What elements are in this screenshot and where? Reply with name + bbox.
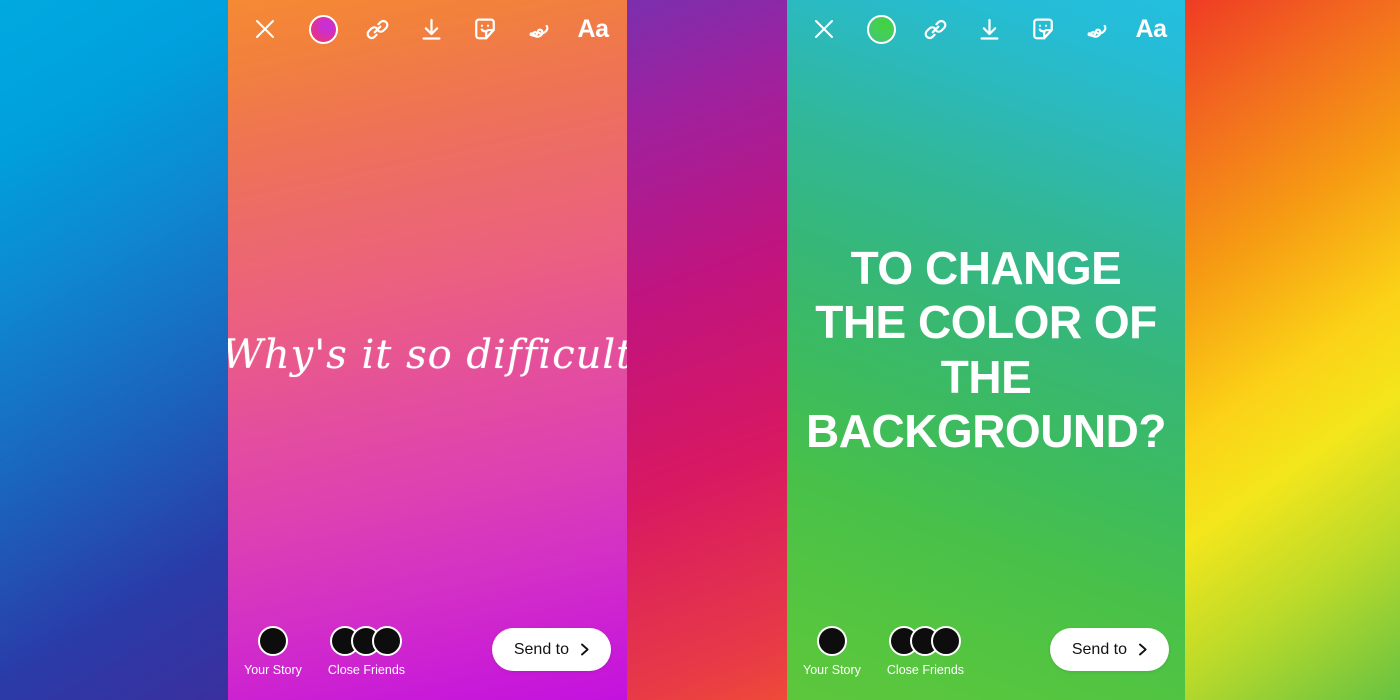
background-color-button[interactable] — [865, 13, 897, 45]
avatar-stack — [889, 626, 962, 656]
draw-button[interactable] — [523, 13, 555, 45]
download-icon — [422, 18, 440, 40]
story-tool-group-2: Aa — [865, 13, 1167, 45]
sticker-button[interactable] — [1027, 13, 1059, 45]
text-icon: Aa — [1135, 14, 1167, 43]
audience-group-2: Your Story Close Friends — [803, 626, 964, 677]
backdrop-band-right — [1185, 0, 1400, 700]
send-to-label: Send to — [513, 640, 569, 658]
chevron-right-icon — [577, 642, 592, 657]
send-to-button[interactable]: Send to — [1049, 628, 1169, 671]
avatar-stack — [330, 626, 403, 656]
link-button[interactable] — [919, 13, 951, 45]
background-color-button[interactable] — [307, 13, 339, 45]
draw-icon — [529, 24, 548, 38]
your-story-label: Your Story — [244, 663, 302, 677]
avatar — [372, 626, 403, 656]
story-editor-panel-2: Aa TO CHANGE THE COLOR OF THE BACKGROUND… — [787, 0, 1185, 700]
send-to-button[interactable]: Send to — [491, 628, 611, 671]
draw-icon — [1087, 24, 1106, 38]
story-toolbar-1: Aa — [228, 0, 627, 58]
avatar — [931, 626, 962, 656]
backdrop-band-left — [0, 0, 228, 700]
send-to-label: Send to — [1071, 640, 1127, 658]
text-button[interactable]: Aa — [1135, 13, 1167, 45]
draw-button[interactable] — [1081, 13, 1113, 45]
link-icon — [924, 19, 946, 39]
screenshot-root: Aa Why's it so difficult Your Story Clos… — [0, 0, 1400, 700]
story-bottom-bar-1: Your Story Close Friends Send to — [228, 614, 627, 700]
text-icon: Aa — [577, 14, 609, 43]
your-story-label: Your Story — [803, 663, 861, 677]
story-background-pink[interactable] — [228, 0, 627, 700]
story-bottom-bar-2: Your Story Close Friends Send to — [787, 614, 1185, 700]
your-story-option[interactable]: Your Story — [803, 626, 861, 677]
link-button[interactable] — [361, 13, 393, 45]
avatar — [257, 626, 288, 656]
save-button[interactable] — [415, 13, 447, 45]
close-friends-option[interactable]: Close Friends — [328, 626, 405, 677]
sticker-button[interactable] — [469, 13, 501, 45]
text-button[interactable]: Aa — [577, 13, 609, 45]
link-icon — [366, 19, 388, 39]
color-circle-icon — [308, 14, 338, 44]
color-circle-icon — [866, 14, 896, 44]
backdrop — [0, 0, 1400, 700]
close-friends-label: Close Friends — [327, 663, 406, 677]
audience-group-1: Your Story Close Friends — [244, 626, 405, 677]
your-story-option[interactable]: Your Story — [244, 626, 302, 677]
save-button[interactable] — [973, 13, 1005, 45]
close-button[interactable] — [809, 14, 839, 44]
avatar — [816, 626, 847, 656]
close-friends-label: Close Friends — [886, 663, 965, 677]
backdrop-band-middle — [627, 0, 787, 700]
close-icon — [256, 20, 274, 38]
download-icon — [980, 18, 998, 40]
close-friends-option[interactable]: Close Friends — [887, 626, 964, 677]
story-toolbar-2: Aa — [787, 0, 1185, 58]
close-icon — [815, 20, 833, 38]
chevron-right-icon — [1135, 642, 1150, 657]
sticker-icon — [1033, 18, 1053, 40]
close-button[interactable] — [250, 14, 280, 44]
story-editor-panel-1: Aa Why's it so difficult Your Story Clos… — [228, 0, 627, 700]
sticker-icon — [475, 18, 495, 40]
story-tool-group-1: Aa — [307, 13, 609, 45]
story-background-green[interactable] — [787, 0, 1185, 700]
